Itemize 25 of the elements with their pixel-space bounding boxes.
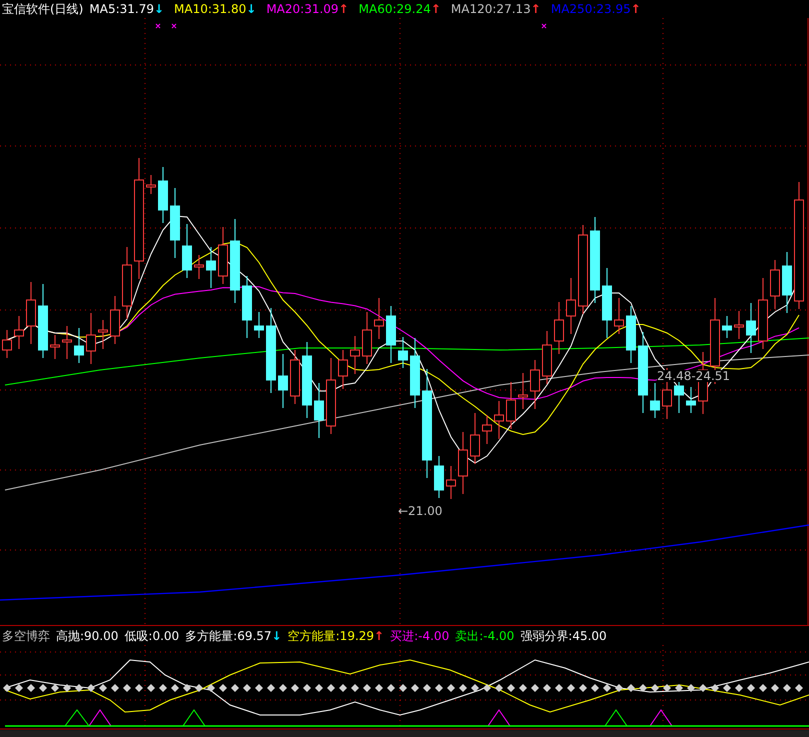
moving-average-label: MA120:27.13 [450, 3, 531, 15]
moving-average-label: MA10:31.80 [174, 3, 246, 15]
moving-average-label: MA20:31.09 [266, 3, 339, 15]
trend-arrow: ↑ [630, 3, 641, 15]
indicator-value-label: 高抛:90.00 [56, 630, 118, 642]
price-range-label: 24.48-24.51 [657, 370, 730, 382]
trend-arrow: ↑ [338, 3, 349, 15]
indicator-value-label: 多方能量:69.57 [185, 630, 272, 642]
low-price-label: ←21.00 [398, 505, 442, 517]
trend-arrow: ↓ [246, 3, 256, 15]
trend-arrow: ↓ [272, 630, 282, 642]
indicator-value-label: 卖出:-4.00 [455, 630, 514, 642]
trend-arrow: ↓ [154, 3, 164, 15]
trend-arrow: ↑ [430, 3, 441, 15]
moving-average-label: MA250:23.95 [550, 3, 631, 15]
indicator-value-label: 买进:-4.00 [390, 630, 450, 642]
moving-average-label: MA5:31.79 [89, 3, 154, 15]
trend-arrow: ↑ [530, 3, 541, 15]
indicator-value-label: 强弱分界:45.00 [520, 630, 607, 642]
moving-average-label: MA60:29.24 [358, 3, 431, 15]
trend-arrow: ↑ [374, 630, 384, 642]
indicator-value-label: 低吸:0.00 [124, 630, 180, 642]
stock-title: 宝信软件(日线) [2, 3, 84, 15]
indicator-value-label: 空方能量:19.29 [288, 630, 374, 642]
indicator-title: 多空博弈 [2, 630, 50, 642]
